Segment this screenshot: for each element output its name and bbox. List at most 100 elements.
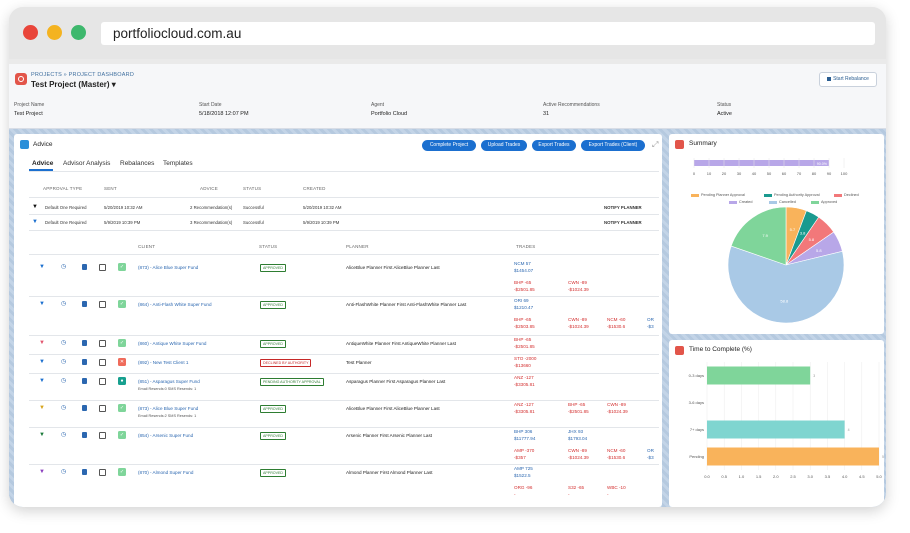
trade-symbol: CWN -89: [568, 280, 587, 285]
document-icon[interactable]: [82, 405, 87, 411]
start-rebalance-button[interactable]: Start Rebalance: [819, 72, 877, 87]
tab-rebalances[interactable]: Rebalances: [120, 160, 154, 167]
col-sent: SENT: [104, 186, 117, 191]
maximize-window-dot[interactable]: [71, 25, 86, 40]
axis-tick-label: 0.0: [704, 474, 710, 479]
export-trades-button[interactable]: Export Trades: [532, 140, 576, 151]
funnel-icon[interactable]: ▼: [39, 340, 45, 346]
trade-symbol: BHP 306: [514, 429, 533, 434]
funnel-icon[interactable]: ▼: [39, 432, 45, 438]
approved-check-icon: ✓: [118, 431, 126, 439]
trade-symbol: OR: [647, 448, 654, 453]
row-checkbox[interactable]: [99, 264, 106, 271]
pie-slice-label: 5.8: [809, 237, 815, 242]
trade-symbol: CWN -89: [607, 402, 626, 407]
history-icon[interactable]: ◷: [61, 431, 66, 438]
trade-symbol: S32 -65: [568, 485, 585, 490]
legend-item[interactable]: Cancelled: [769, 200, 796, 204]
status-text: Successful: [243, 205, 264, 210]
advice-count[interactable]: 2 Recommendation(s): [190, 205, 232, 210]
document-icon[interactable]: [82, 432, 87, 438]
trade-amount: $1522.5: [514, 473, 531, 478]
history-icon[interactable]: ◷: [61, 339, 66, 346]
trade-amount: -$2501.85: [514, 287, 535, 292]
legend-item[interactable]: Created: [729, 200, 753, 204]
funnel-icon[interactable]: ▼: [39, 405, 45, 411]
trade-symbol: BHP -65: [514, 280, 532, 285]
advice-count[interactable]: 3 Recommendation(s): [190, 220, 232, 225]
trade-amount: -$1530.6: [607, 455, 626, 460]
client-link[interactable]: (854) - Arsenic Super Fund: [138, 433, 193, 438]
history-icon[interactable]: ◷: [61, 358, 66, 365]
breadcrumb[interactable]: PROJECTS » PROJECT DASHBOARD: [31, 72, 134, 78]
tab-advice[interactable]: Advice: [32, 160, 53, 167]
document-icon[interactable]: [82, 469, 87, 475]
tab-advisor-analysis[interactable]: Advisor Analysis: [63, 160, 110, 167]
document-icon[interactable]: [82, 301, 87, 307]
funnel-icon[interactable]: ▼: [39, 264, 45, 270]
legend-item[interactable]: Pending Planner Approval: [691, 193, 745, 197]
document-icon[interactable]: [82, 340, 87, 346]
document-icon[interactable]: [82, 264, 87, 270]
history-icon[interactable]: ◷: [61, 300, 66, 307]
document-icon[interactable]: [82, 359, 87, 365]
complete-project-button[interactable]: Complete Project: [422, 140, 476, 151]
upload-trades-button[interactable]: Upload Trades: [481, 140, 527, 151]
client-link[interactable]: (864) - Anti-Flash White Super Fund: [138, 302, 212, 307]
client-link[interactable]: (851) - Asparagus Super Fund: [138, 379, 200, 384]
legend-item[interactable]: Pending Authority Approval: [764, 193, 820, 197]
client-link[interactable]: (892) - New Test Client 1: [138, 360, 188, 365]
client-link[interactable]: (873) - Alice Blue Super Fund: [138, 406, 198, 411]
row-divider: [29, 354, 659, 355]
legend-item[interactable]: Declined: [834, 193, 859, 197]
funnel-icon[interactable]: ▼: [39, 359, 45, 365]
legend-item[interactable]: Approved: [811, 200, 837, 204]
resend-info: Email Resends:2 SMS Resends: 1: [138, 414, 197, 418]
history-icon[interactable]: ◷: [61, 404, 66, 411]
history-icon[interactable]: ◷: [61, 377, 66, 384]
export-trades-client-button[interactable]: Export Trades (Client): [581, 140, 645, 151]
trade-amount: -: [607, 492, 609, 497]
minimize-window-dot[interactable]: [47, 25, 62, 40]
trade-amount: -$1530.6: [607, 324, 626, 329]
row-checkbox[interactable]: [99, 340, 106, 347]
row-checkbox[interactable]: [99, 432, 106, 439]
document-icon[interactable]: [82, 378, 87, 384]
pie-slice-label: 58.8: [780, 298, 789, 303]
summary-panel: Summary 90.0% 0 10 20 30 40 50 60 70 80 90 100 5.7 3.…: [669, 134, 884, 334]
notify-planner-link[interactable]: NOTIFY PLANNER: [604, 220, 642, 225]
trade-amount: -: [568, 492, 570, 497]
close-window-dot[interactable]: [23, 25, 38, 40]
page-title[interactable]: Test Project (Master) ▾: [31, 80, 116, 89]
history-icon[interactable]: ◷: [61, 263, 66, 270]
client-link[interactable]: (860) - Antique White Super Fund: [138, 341, 206, 346]
funnel-icon[interactable]: ▼: [39, 378, 45, 384]
row-checkbox[interactable]: [99, 469, 106, 476]
address-bar[interactable]: portfoliocloud.com.au: [101, 22, 875, 45]
project-logo-icon: [15, 73, 27, 85]
expand-icon[interactable]: ⤢: [652, 140, 658, 150]
meta-label-project-name: Project Name: [14, 102, 45, 108]
project-header: PROJECTS » PROJECT DASHBOARD Test Projec…: [9, 64, 886, 129]
funnel-icon[interactable]: ▼: [39, 301, 45, 307]
trade-symbol: ANZ -127: [514, 375, 534, 380]
trade-symbol: BHP -65: [568, 402, 586, 407]
chevron-down-icon[interactable]: ▾: [112, 80, 116, 89]
legend-swatch: [764, 193, 772, 197]
col-trades: TRADES: [516, 244, 536, 249]
col-created: CREATED: [303, 186, 326, 191]
row-checkbox[interactable]: [99, 301, 106, 308]
client-link[interactable]: (873) - Alice Blue Super Fund: [138, 265, 198, 270]
funnel-icon[interactable]: ▼: [39, 469, 45, 475]
tab-templates[interactable]: Templates: [163, 160, 193, 167]
row-checkbox[interactable]: [99, 405, 106, 412]
planner-name: Arsenic Planner First Arsenic Planner La…: [346, 433, 433, 438]
row-divider: [29, 427, 659, 428]
row-checkbox[interactable]: [99, 378, 106, 385]
time-to-complete-panel: Time to Complete (%) 0.0 0.5 1.0 1.5 2.0 2.5 3…: [669, 340, 884, 507]
history-icon[interactable]: ◷: [61, 468, 66, 475]
notify-planner-link[interactable]: NOTIFY PLANNER: [604, 205, 642, 210]
client-link[interactable]: (870) - Almond Super Fund: [138, 470, 193, 475]
row-checkbox[interactable]: [99, 359, 106, 366]
approved-check-icon: ✓: [118, 339, 126, 347]
